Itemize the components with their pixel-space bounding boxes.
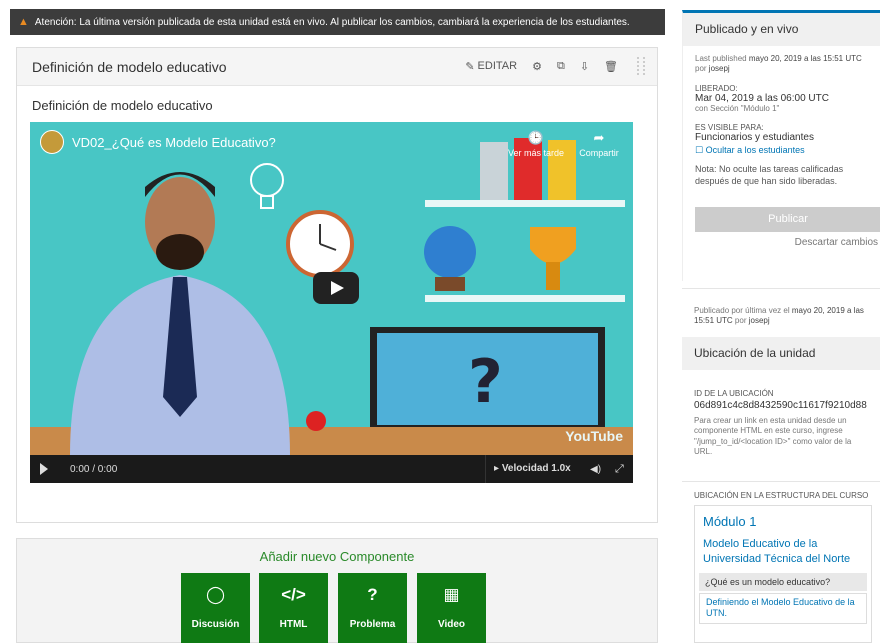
- released-label: LIBERADO:: [695, 83, 738, 93]
- released-value: Mar 04, 2019 a las 06:00 UTC: [695, 92, 829, 104]
- video-player[interactable]: ? VD02_¿Qué es Modelo Educativo? 🕒 Ver m…: [30, 122, 633, 483]
- warning-icon: ▲: [18, 16, 29, 28]
- last-published-info: Last published mayo 20, 2019 a las 15:51…: [695, 54, 862, 74]
- share-label: Compartir: [579, 148, 619, 158]
- current-unit: ¿Qué es un modelo educativo?: [699, 572, 867, 591]
- pencil-icon: ✎: [465, 60, 475, 73]
- youtube-logo[interactable]: YouTube: [565, 428, 623, 444]
- move-icon[interactable]: ⇩: [580, 60, 589, 73]
- fullscreen-icon[interactable]: ⤢: [615, 463, 624, 476]
- speed-label: Velocidad 1.0x: [501, 463, 571, 474]
- publish-panel: Publicado y en vivo Last published mayo …: [682, 10, 880, 281]
- add-problem-button[interactable]: ? Problema: [338, 573, 407, 643]
- add-discussion-label: Discusión: [191, 619, 240, 630]
- divider: [682, 481, 880, 482]
- add-component-title: Añadir nuevo Componente: [259, 549, 415, 564]
- add-component-panel: Añadir nuevo Componente ◯ Discusión </> …: [16, 538, 658, 643]
- video-component: Definición de modelo educativo ✎ EDITAR …: [16, 47, 658, 523]
- visible-value: Funcionarios y estudiantes: [695, 132, 814, 144]
- location-title: Ubicación de la unidad: [682, 337, 880, 370]
- speech-bubble-icon: ◯: [205, 585, 226, 604]
- location-id: 06d891c4c8d8432590c11617f9210d88: [694, 400, 867, 411]
- play-icon[interactable]: [40, 463, 48, 475]
- component-toolbar: ✎ EDITAR ⚙ ⧉ ⇩ 🗑: [465, 57, 645, 75]
- add-html-button[interactable]: </> HTML: [259, 573, 328, 643]
- edit-button[interactable]: ✎ EDITAR: [465, 60, 517, 73]
- add-discussion-button[interactable]: ◯ Discusión: [181, 573, 250, 643]
- component-header: Definición de modelo educativo ✎ EDITAR …: [17, 48, 657, 86]
- add-problem-label: Problema: [349, 619, 396, 630]
- question-circle-icon: ?: [367, 585, 378, 604]
- component-title: Definición de modelo educativo: [32, 59, 227, 75]
- duplicate-icon[interactable]: ⧉: [557, 60, 565, 73]
- studio-unit-page: ▲ Atención: La última versión publicada d…: [0, 0, 880, 643]
- speed-button[interactable]: ▸ Velocidad 1.0x: [485, 455, 571, 483]
- drag-handle[interactable]: [637, 57, 645, 75]
- warning-text: Atención: La última versión publicada de…: [34, 17, 630, 28]
- add-video-label: Video: [437, 619, 466, 630]
- component-display-name: Definición de modelo educativo: [32, 98, 213, 113]
- watch-later-label: Ver más tarde: [507, 148, 565, 158]
- play-button[interactable]: [313, 272, 359, 304]
- section-link[interactable]: Modelo Educativo de la Universidad Técni…: [695, 533, 871, 573]
- visibility-note: Nota: No oculte las tareas calificadas d…: [695, 164, 844, 187]
- course-outline: Módulo 1 Modelo Educativo de la Universi…: [694, 505, 872, 643]
- location-panel: Ubicación de la unidad ID DE LA UBICACIÓ…: [682, 337, 880, 458]
- publish-status-title: Publicado y en vivo: [683, 13, 880, 46]
- video-title-text: VD02_¿Qué es Modelo Educativo?: [72, 134, 276, 150]
- channel-avatar: [40, 130, 64, 154]
- discard-changes-link[interactable]: Descartar cambios: [683, 237, 880, 248]
- course-structure-label: UBICACIÓN EN LA ESTRUCTURA DEL CURSO: [694, 491, 869, 500]
- publish-button[interactable]: Publicar: [695, 207, 880, 233]
- checkbox-icon: ☐: [695, 145, 704, 156]
- add-video-button[interactable]: ▦ Video: [417, 573, 486, 643]
- visible-label: ES VISIBLE PARA:: [695, 123, 764, 133]
- sidebar: Publicado y en vivo Last published mayo …: [682, 0, 880, 643]
- delete-icon[interactable]: 🗑: [604, 60, 618, 73]
- code-icon: </>: [281, 585, 306, 604]
- released-section: con Sección "Módulo 1": [695, 103, 780, 113]
- share-icon: ➦: [593, 130, 605, 145]
- gear-icon[interactable]: ⚙: [532, 60, 542, 73]
- share-button[interactable]: ➦ Compartir: [573, 130, 625, 158]
- location-id-label: ID DE LA UBICACIÓN: [694, 389, 774, 398]
- volume-icon[interactable]: ◀): [590, 464, 601, 475]
- module-link[interactable]: Módulo 1: [695, 506, 871, 533]
- svg-text:?: ?: [468, 347, 503, 417]
- edit-label: EDITAR: [477, 60, 518, 72]
- time-display: 0:00 / 0:00: [70, 464, 118, 475]
- divider: [682, 288, 880, 289]
- unit-link[interactable]: Definiendo el Modelo Educativo de la UTN…: [699, 592, 867, 625]
- video-title[interactable]: VD02_¿Qué es Modelo Educativo?: [40, 130, 276, 154]
- film-icon: ▦: [443, 585, 460, 604]
- location-help: Para crear un link en esta unidad desde …: [694, 416, 852, 457]
- published-footer: Publicado por última vez el mayo 20, 201…: [694, 306, 864, 326]
- clock-icon: 🕒: [527, 130, 545, 145]
- watch-later-button[interactable]: 🕒 Ver más tarde: [507, 130, 565, 158]
- hide-from-students-checkbox[interactable]: ☐ Ocultar a los estudiantes: [695, 145, 868, 156]
- video-controls: 0:00 / 0:00 ▸ Velocidad 1.0x ◀) ⤢: [30, 455, 633, 483]
- add-html-label: HTML: [279, 619, 308, 630]
- warning-banner: ▲ Atención: La última versión publicada d…: [10, 9, 665, 35]
